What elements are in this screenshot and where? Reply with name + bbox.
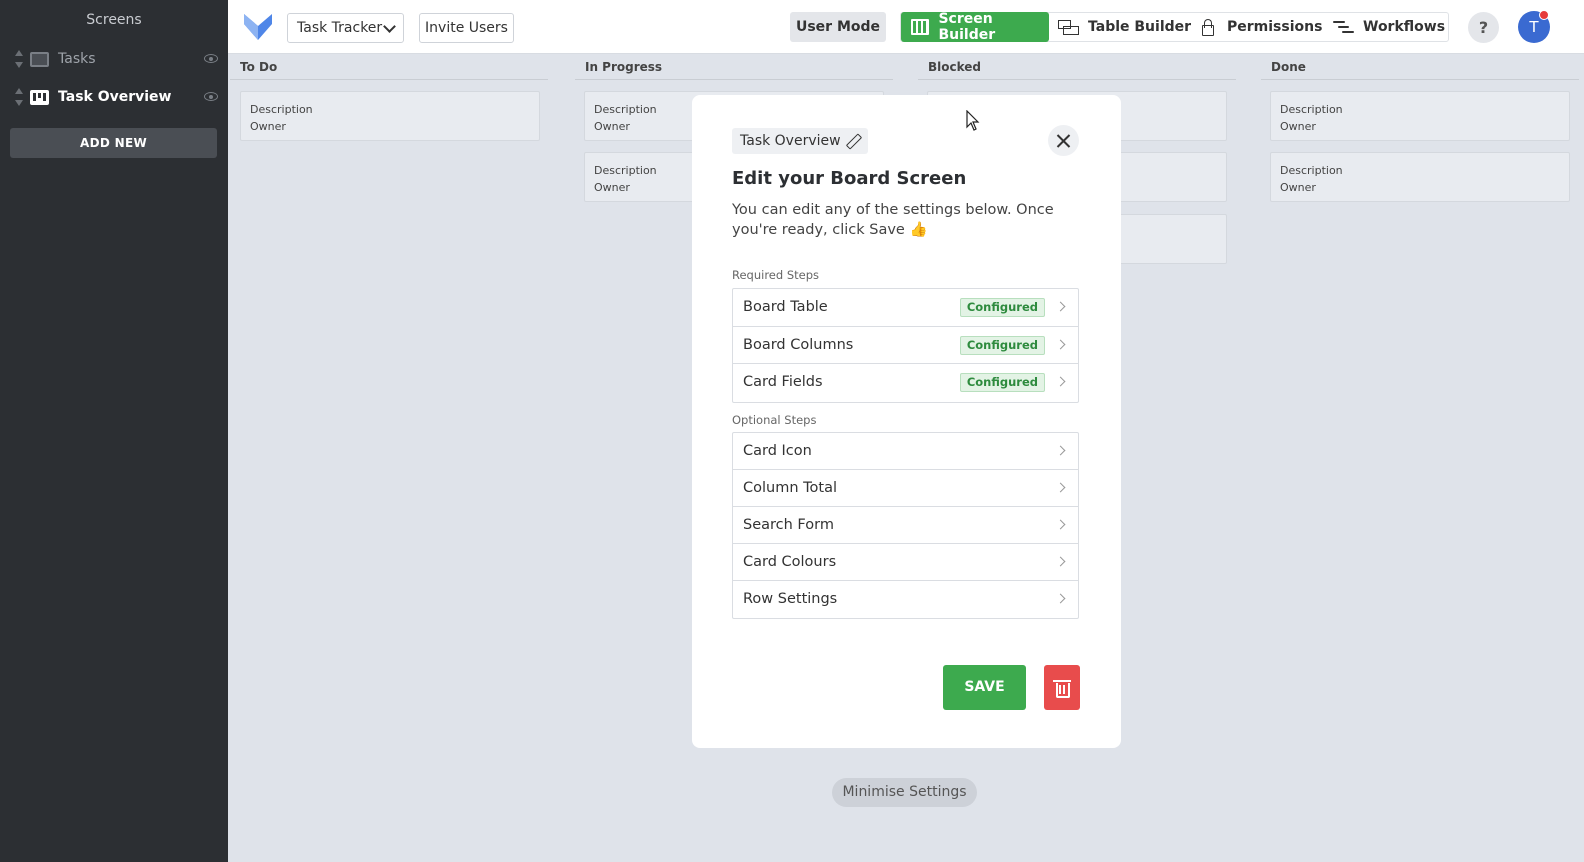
step-card-colours[interactable]: Card Colours (733, 544, 1078, 581)
delete-button[interactable] (1044, 665, 1080, 710)
builder-nav: Screen Builder Table Builder Permissions… (900, 11, 1449, 43)
card-field: Description (250, 103, 313, 116)
card-field: Owner (1280, 120, 1316, 133)
step-card-fields[interactable]: Card Fields Configured (733, 364, 1078, 402)
workflow-icon (1333, 19, 1354, 35)
step-row-settings[interactable]: Row Settings (733, 581, 1078, 618)
sidebar-item-label: Tasks (58, 51, 96, 67)
chevron-right-icon (1055, 445, 1066, 456)
tab-label: Table Builder (1088, 19, 1192, 35)
step-label: Board Columns (743, 336, 854, 353)
screen-name: Task Overview (740, 133, 841, 149)
optional-steps-list: Card Icon Column Total Search Form Card … (732, 432, 1079, 619)
board-card[interactable]: Description Owner (1270, 152, 1570, 202)
chevron-down-icon (383, 20, 396, 33)
sidebar-item-task-overview[interactable]: Task Overview (0, 78, 228, 116)
eye-icon[interactable] (204, 54, 218, 63)
step-label: Card Colours (743, 554, 837, 570)
tab-label: Workflows (1363, 19, 1446, 35)
tab-label: Screen Builder (938, 11, 996, 43)
chevron-right-icon (1055, 593, 1066, 604)
board-icon (30, 89, 49, 105)
table-builder-icon (1058, 19, 1079, 35)
lock-icon (1201, 19, 1214, 36)
sidebar-item-tasks[interactable]: Tasks (0, 40, 228, 78)
board-card[interactable]: Description Owner (240, 91, 540, 141)
step-label: Card Fields (743, 374, 823, 391)
screen-builder-icon (911, 19, 930, 35)
optional-steps-label: Optional Steps (732, 413, 817, 427)
tab-permissions[interactable]: Permissions (1201, 12, 1322, 42)
tab-label: Permissions (1227, 19, 1323, 35)
step-label: Column Total (743, 480, 838, 496)
column-header-in-progress: In Progress (575, 58, 893, 80)
save-button[interactable]: SAVE (943, 665, 1026, 710)
logo-icon (244, 14, 272, 40)
step-label: Search Form (743, 517, 834, 533)
modal-title: Edit your Board Screen (732, 168, 967, 189)
app-name: Task Tracker (297, 20, 383, 36)
notification-dot (1539, 10, 1549, 20)
help-button[interactable]: ? (1468, 12, 1499, 43)
step-label: Row Settings (743, 591, 838, 607)
chevron-right-icon (1055, 339, 1066, 350)
status-badge: Configured (959, 335, 1045, 355)
sidebar-item-label: Task Overview (58, 89, 172, 105)
app-selector[interactable]: Task Tracker (287, 13, 404, 43)
required-steps-list: Board Table Configured Board Columns Con… (732, 288, 1079, 403)
chevron-right-icon (1055, 556, 1066, 567)
invite-users-button[interactable]: Invite Users (419, 13, 514, 43)
tab-workflows[interactable]: Workflows (1333, 12, 1445, 42)
user-mode-button[interactable]: User Mode (790, 12, 886, 42)
sidebar-title: Screens (86, 12, 142, 28)
column-header-todo: To Do (230, 58, 548, 80)
top-bar: Task Tracker Invite Users User Mode Scre… (228, 0, 1584, 54)
step-label: Board Table (743, 299, 828, 315)
step-card-icon[interactable]: Card Icon (733, 433, 1078, 470)
drag-handle-icon[interactable] (14, 87, 24, 107)
screen-name-chip[interactable]: Task Overview (732, 128, 868, 154)
edit-screen-modal: Task Overview Edit your Board Screen You… (692, 95, 1121, 748)
board-card[interactable]: Description Owner (1270, 91, 1570, 141)
column-header-done: Done (1261, 58, 1579, 80)
add-new-button[interactable]: ADD NEW (10, 128, 217, 158)
drag-handle-icon[interactable] (14, 49, 24, 69)
card-field: Description (1280, 164, 1343, 177)
card-field: Description (1280, 103, 1343, 116)
required-steps-label: Required Steps (732, 268, 820, 282)
status-badge: Configured (959, 298, 1045, 317)
trash-icon (1053, 678, 1071, 698)
tab-table-builder[interactable]: Table Builder (1058, 12, 1191, 42)
table-icon (30, 51, 49, 67)
chevron-right-icon (1055, 376, 1066, 387)
card-field: Owner (250, 120, 286, 133)
step-board-table[interactable]: Board Table Configured (733, 289, 1078, 327)
column-header-blocked: Blocked (918, 58, 1236, 80)
mouse-cursor-icon (966, 110, 980, 131)
step-board-columns[interactable]: Board Columns Configured (733, 327, 1078, 365)
chevron-right-icon (1055, 301, 1066, 312)
pencil-icon[interactable] (846, 134, 860, 148)
sidebar: Screens Tasks Task Overview ADD NEW (0, 0, 228, 862)
card-field: Owner (1280, 181, 1316, 194)
minimise-settings-button[interactable]: Minimise Settings (832, 778, 977, 807)
step-search-form[interactable]: Search Form (733, 507, 1078, 544)
chevron-right-icon (1055, 519, 1066, 530)
chevron-right-icon (1055, 482, 1066, 493)
step-column-total[interactable]: Column Total (733, 470, 1078, 507)
modal-description: You can edit any of the settings below. … (732, 202, 1054, 238)
close-button[interactable] (1048, 125, 1079, 156)
step-label: Card Icon (743, 443, 812, 459)
eye-icon[interactable] (204, 92, 218, 101)
tab-screen-builder[interactable]: Screen Builder (901, 11, 1049, 43)
status-badge: Configured (959, 373, 1045, 393)
